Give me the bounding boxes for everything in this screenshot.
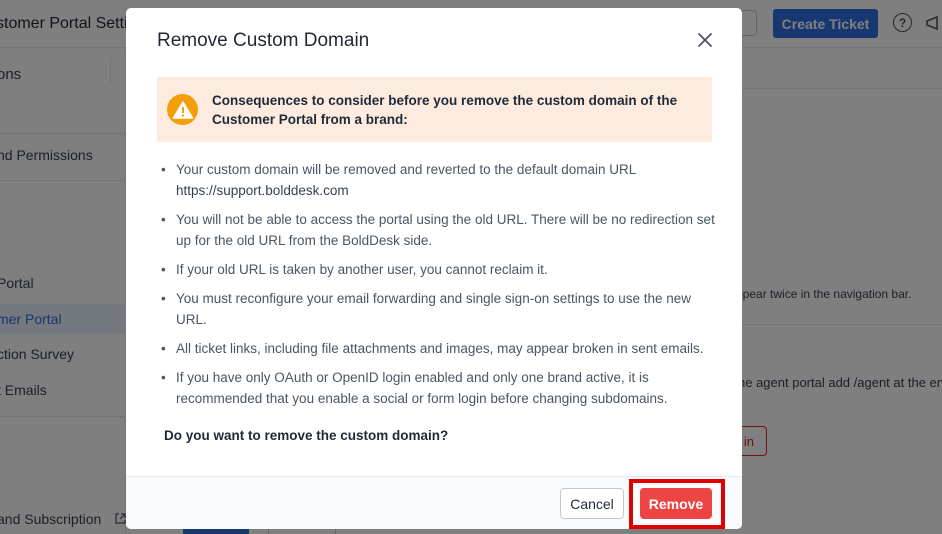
warning-text: Consequences to consider before you remo… [212,93,678,127]
consequence-list: Your custom domain will be removed and r… [160,159,720,417]
default-domain-url: https://support.bolddesk.com [176,183,349,198]
confirm-question: Do you want to remove the custom domain? [164,428,449,443]
warning-banner: Consequences to consider before you remo… [157,77,712,142]
list-item: If you have only OAuth or OpenID login e… [160,367,720,409]
remove-button[interactable]: Remove [640,488,712,519]
close-icon[interactable] [695,30,715,50]
cancel-button[interactable]: Cancel [560,488,624,519]
dialog-title: Remove Custom Domain [157,30,370,51]
list-item: All ticket links, including file attachm… [160,338,720,359]
dialog-footer: Cancel Remove [126,476,742,529]
list-item: Your custom domain will be removed and r… [160,159,720,201]
list-item: You must reconfigure your email forwardi… [160,288,720,330]
warning-icon [167,94,198,125]
list-item-text: Your custom domain will be removed and r… [176,162,637,177]
remove-domain-dialog: Remove Custom Domain Consequences to con… [126,8,742,529]
list-item: If your old URL is taken by another user… [160,259,720,280]
list-item: You will not be able to access the porta… [160,209,720,251]
